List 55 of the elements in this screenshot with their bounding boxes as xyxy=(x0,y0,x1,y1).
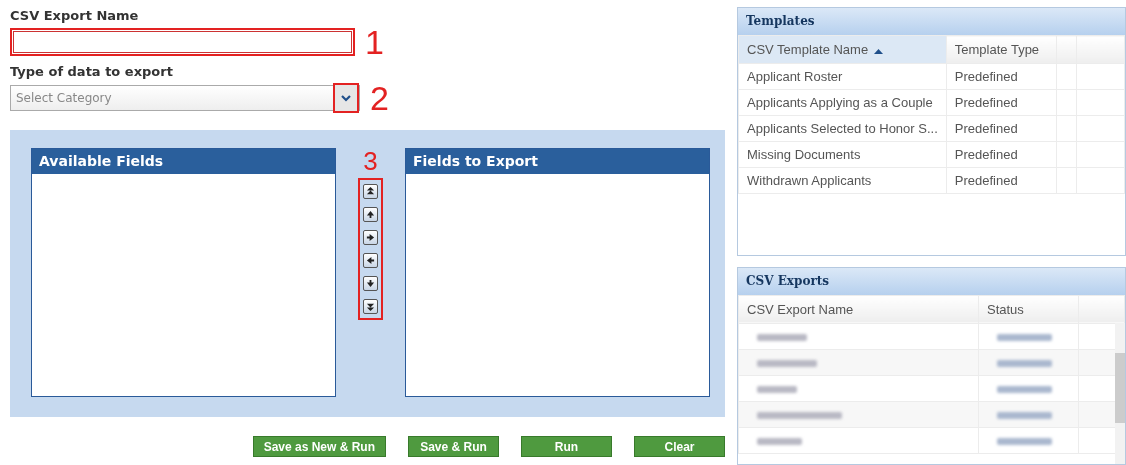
table-cell: Predefined xyxy=(946,89,1057,116)
blurred-text xyxy=(757,385,797,393)
right-arrow-icon xyxy=(366,233,375,242)
table-cell: Applicants Selected to Honor S... xyxy=(738,115,947,142)
table-cell: Withdrawn Applicants xyxy=(738,167,947,194)
blurred-text xyxy=(997,385,1052,393)
move-down-button[interactable] xyxy=(363,276,378,291)
annotation-number: 3 xyxy=(363,148,378,174)
column-header[interactable]: Status xyxy=(978,295,1079,324)
field-list[interactable]: Fields to Export xyxy=(405,148,710,397)
field-label: Type of data to export xyxy=(10,64,174,81)
table-cell: Applicant Roster xyxy=(738,63,947,90)
table-cell: Predefined xyxy=(946,167,1057,194)
double-up-arrow-icon xyxy=(366,187,375,196)
action-button[interactable]: Save & Run xyxy=(408,436,499,457)
table-cell: Missing Documents xyxy=(738,141,947,168)
move-up-button[interactable] xyxy=(363,207,378,222)
table-cell: Applicants Applying as a Couple xyxy=(738,89,947,116)
scrollbar[interactable] xyxy=(1115,322,1125,464)
list-header: Available Fields xyxy=(32,149,335,174)
table-cell: Predefined xyxy=(946,141,1057,168)
table-cell: Predefined xyxy=(946,115,1057,142)
column-header[interactable]: Template Type xyxy=(946,35,1057,64)
move-bottom-button[interactable] xyxy=(363,299,378,314)
panel-title: Templates xyxy=(738,8,1125,35)
move-left-button[interactable] xyxy=(363,253,378,268)
up-arrow-icon xyxy=(366,210,375,219)
blurred-text xyxy=(997,411,1052,419)
panel-title: CSV Exports xyxy=(738,267,1125,295)
blurred-text xyxy=(757,437,802,445)
action-button[interactable]: Clear xyxy=(634,436,725,457)
left-arrow-icon xyxy=(366,256,375,265)
name-input-field[interactable] xyxy=(13,31,352,53)
annotation-number: 1 xyxy=(365,25,384,59)
blurred-text xyxy=(757,359,817,367)
blurred-text xyxy=(757,333,807,341)
field-label: CSV Export Name xyxy=(10,8,140,25)
blurred-text xyxy=(997,437,1052,445)
column-header[interactable]: CSV Template Name xyxy=(738,35,947,64)
sort-ascending-icon xyxy=(874,49,884,54)
chevron-down-icon xyxy=(341,94,351,102)
move-top-button[interactable] xyxy=(363,184,378,199)
action-button[interactable]: Save as New & Run xyxy=(252,436,386,457)
double-down-arrow-icon xyxy=(366,302,375,311)
field-list[interactable]: Available Fields xyxy=(31,148,336,397)
blurred-text xyxy=(997,359,1052,367)
down-arrow-icon xyxy=(366,279,375,288)
annotation-number: 2 xyxy=(370,81,389,115)
action-button[interactable]: Run xyxy=(521,436,612,457)
table-cell: Predefined xyxy=(946,63,1057,90)
column-header[interactable]: CSV Export Name xyxy=(738,295,979,324)
blurred-text xyxy=(997,333,1052,341)
category-dropdown[interactable]: Select Category xyxy=(10,85,360,111)
move-right-button[interactable] xyxy=(363,230,378,245)
list-header: Fields to Export xyxy=(406,149,709,174)
